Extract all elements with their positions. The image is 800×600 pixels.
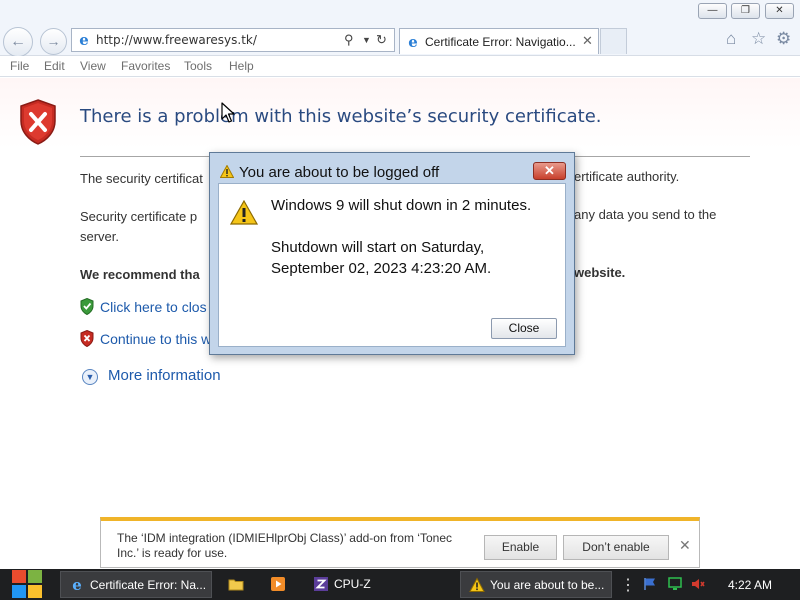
network-icon[interactable] xyxy=(668,577,682,591)
enable-button[interactable]: Enable xyxy=(484,535,557,560)
favorites-star-icon[interactable]: ☆ xyxy=(751,29,766,49)
close-icon[interactable]: ✕ xyxy=(679,537,691,554)
mouse-cursor-icon xyxy=(221,102,235,123)
page-title: There is a problem with this website’s s… xyxy=(80,106,602,127)
taskbar-clock: 4:22 AM xyxy=(728,578,773,592)
close-webpage-label[interactable]: Click here to clos xyxy=(100,299,207,315)
dialog-close-button[interactable]: ✕ xyxy=(533,162,566,180)
taskbar-item-logoff-dialog[interactable]: You are about to be... xyxy=(460,571,612,598)
dont-enable-button[interactable]: Don’t enable xyxy=(563,535,669,560)
recommendation-text-tail: website. xyxy=(574,265,626,280)
menu-bar: File Edit View Favorites Tools Help xyxy=(0,56,800,77)
gear-icon[interactable]: ⚙ xyxy=(776,29,791,49)
minimize-button[interactable]: — xyxy=(698,3,727,19)
menu-view[interactable]: View xyxy=(80,59,106,73)
logoff-dialog: You are about to be logged off ✕ Windows… xyxy=(209,152,575,355)
addon-notification-bar: The ‘IDM integration (IDMIEHlprObj Class… xyxy=(100,517,700,568)
ie-icon: e xyxy=(408,33,418,51)
taskbar-item-media-player[interactable] xyxy=(262,571,298,598)
warning-icon xyxy=(469,577,485,592)
taskbar-item-label: CPU-Z xyxy=(334,577,371,591)
menu-file[interactable]: File xyxy=(10,59,29,73)
menu-help[interactable]: Help xyxy=(229,59,254,73)
certificate-paragraph-1-tail: ertificate authority. xyxy=(574,169,680,184)
start-button[interactable] xyxy=(10,569,44,600)
forward-button[interactable]: → xyxy=(40,28,67,55)
taskbar-item-label: You are about to be... xyxy=(490,578,605,592)
paragraph-2-line-2: server. xyxy=(80,229,120,244)
taskbar: e Certificate Error: Na... CPU-Z You are… xyxy=(0,569,800,600)
warning-icon xyxy=(230,200,258,225)
window-close-button[interactable]: ✕ xyxy=(765,3,794,19)
dialog-body: Windows 9 will shut down in 2 minutes. S… xyxy=(218,183,566,347)
menu-tools[interactable]: Tools xyxy=(184,59,212,73)
menu-edit[interactable]: Edit xyxy=(44,59,65,73)
home-icon[interactable]: ⌂ xyxy=(726,29,736,49)
warning-icon xyxy=(220,165,234,178)
address-url[interactable]: http://www.freewaresys.tk/ xyxy=(96,33,257,47)
paragraph-2-line-1: Security certificate p xyxy=(80,209,198,224)
shield-check-icon xyxy=(80,298,94,315)
dialog-message: Windows 9 will shut down in 2 minutes. xyxy=(271,197,532,214)
media-player-icon xyxy=(271,577,285,591)
menu-favorites[interactable]: Favorites xyxy=(121,59,170,73)
tab-label: Certificate Error: Navigatio... xyxy=(425,35,576,49)
taskbar-item-label: Certificate Error: Na... xyxy=(90,578,207,592)
taskbar-item-explorer[interactable] xyxy=(220,571,256,598)
tab-certificate-error[interactable]: e Certificate Error: Navigatio... ✕ xyxy=(399,28,599,54)
flag-icon[interactable] xyxy=(643,577,657,591)
more-information-label[interactable]: More information xyxy=(108,367,221,384)
shield-error-icon xyxy=(20,99,56,145)
ie-icon: e xyxy=(72,576,82,594)
taskbar-item-cpuz[interactable]: CPU-Z xyxy=(305,571,455,598)
back-button[interactable]: ← xyxy=(3,27,33,57)
continue-website-label[interactable]: Continue to this w xyxy=(100,331,211,347)
tray-overflow-icon[interactable]: ⋮ xyxy=(620,575,636,595)
browser-titlebar: — ❐ ✕ ← → e http://www.freewaresys.tk/ ⚲… xyxy=(0,0,800,57)
shield-x-icon xyxy=(80,330,94,347)
ie-icon: e xyxy=(79,31,89,49)
dialog-title: You are about to be logged off xyxy=(239,164,440,181)
refresh-icon[interactable]: ↻ xyxy=(376,32,387,48)
cpuz-icon xyxy=(314,577,328,591)
tab-close-icon[interactable]: ✕ xyxy=(582,33,593,49)
notification-text: The ‘IDM integration (IDMIEHlprObj Class… xyxy=(117,531,452,560)
chevron-down-icon[interactable]: ▼ xyxy=(362,35,371,45)
restore-button[interactable]: ❐ xyxy=(731,3,760,19)
dialog-detail: Shutdown will start on Saturday, Septemb… xyxy=(271,239,492,277)
folder-icon xyxy=(228,579,244,591)
speaker-muted-icon[interactable] xyxy=(691,577,705,591)
chevron-down-circle-icon[interactable]: ▼ xyxy=(82,369,98,385)
address-bar[interactable]: e http://www.freewaresys.tk/ ⚲ ▼ ↻ xyxy=(71,28,395,52)
search-icon[interactable]: ⚲ xyxy=(344,32,354,48)
new-tab-button[interactable] xyxy=(600,28,627,54)
taskbar-item-ie[interactable]: e Certificate Error: Na... xyxy=(60,571,212,598)
certificate-paragraph-2-tail: any data you send to the xyxy=(574,207,717,222)
close-button[interactable]: Close xyxy=(491,318,557,339)
